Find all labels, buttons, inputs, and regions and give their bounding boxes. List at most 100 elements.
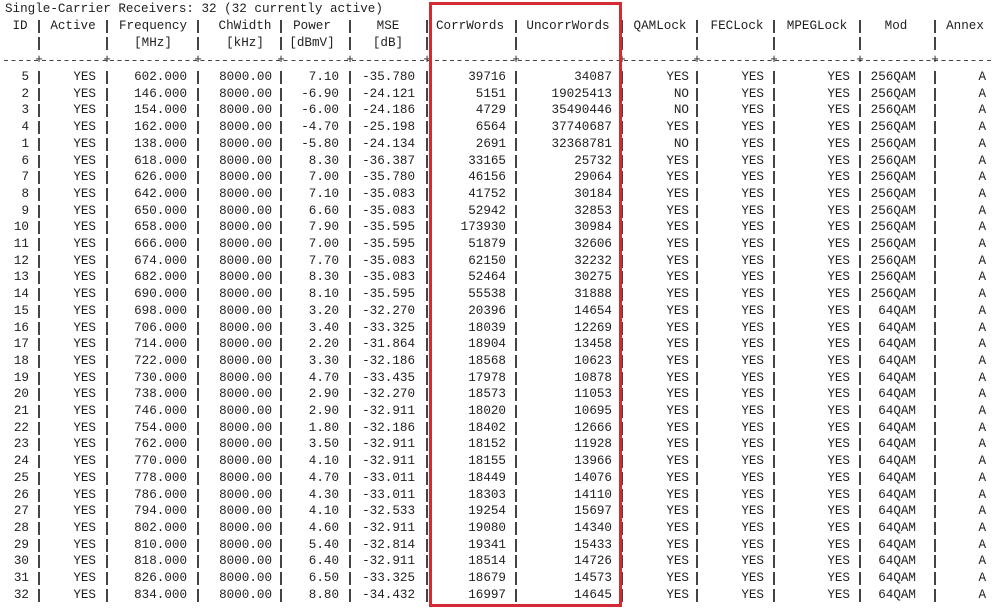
cell-annex: A <box>978 103 986 118</box>
column-separator <box>197 238 199 251</box>
column-separator <box>773 254 775 268</box>
column-separator <box>106 405 108 418</box>
column-separator <box>38 388 40 402</box>
column-separator <box>773 405 775 418</box>
column-separator <box>859 455 861 469</box>
column-separator <box>280 455 282 469</box>
cell-annex: A <box>978 186 986 201</box>
column-separator <box>934 405 936 418</box>
cell-annex: A <box>978 136 986 151</box>
column-separator <box>280 171 282 185</box>
column-separator <box>38 304 40 318</box>
column-separator <box>197 20 199 33</box>
column-separator <box>38 405 40 418</box>
terminal-output: Single-Carrier Receivers: 32 (32 current… <box>0 0 998 612</box>
column-separator <box>859 271 861 285</box>
column-separator <box>773 87 775 101</box>
column-separator <box>773 555 775 569</box>
column-separator <box>38 338 40 352</box>
column-separator <box>426 371 428 385</box>
column-separator <box>696 204 698 218</box>
column-separator <box>696 187 698 201</box>
column-separator <box>426 354 428 368</box>
column-separator <box>197 471 199 485</box>
column-separator <box>349 187 351 201</box>
column-separator <box>934 388 936 402</box>
column-separator <box>696 238 698 251</box>
column-separator <box>859 221 861 235</box>
column-separator <box>349 371 351 385</box>
column-separator <box>197 204 199 218</box>
column-separator <box>773 321 775 335</box>
column-separator <box>696 254 698 268</box>
cell-annex: A <box>978 203 986 218</box>
cell-annex: A <box>978 537 986 552</box>
column-separator <box>106 455 108 469</box>
column-separator <box>280 154 282 168</box>
column-separator <box>934 421 936 435</box>
column-separator <box>696 521 698 535</box>
column-separator <box>106 388 108 402</box>
column-separator <box>197 37 199 50</box>
column-separator <box>773 37 775 50</box>
column-separator <box>280 438 282 452</box>
column-separator <box>426 121 428 135</box>
column-separator <box>106 238 108 251</box>
column-separator <box>280 37 282 50</box>
column-separator <box>426 505 428 519</box>
column-separator <box>280 204 282 218</box>
column-separator <box>38 238 40 251</box>
column-separator <box>280 137 282 151</box>
column-separator <box>859 488 861 502</box>
column-separator <box>280 187 282 201</box>
column-separator <box>773 204 775 218</box>
column-separator <box>280 221 282 235</box>
column-separator <box>38 455 40 469</box>
cell-annex: A <box>978 120 986 135</box>
column-separator <box>773 538 775 552</box>
column-separator <box>934 304 936 318</box>
column-separator <box>859 288 861 302</box>
column-separator <box>934 471 936 485</box>
column-separator <box>426 304 428 318</box>
column-separator <box>349 555 351 569</box>
divider-junction: + <box>931 53 939 67</box>
column-separator <box>280 505 282 519</box>
cell-annex: A <box>978 454 986 469</box>
column-separator <box>696 121 698 135</box>
column-separator <box>106 505 108 519</box>
column-separator <box>349 238 351 251</box>
column-separator <box>859 104 861 118</box>
column-separator <box>696 371 698 385</box>
column-separator <box>426 455 428 469</box>
column-separator <box>280 521 282 535</box>
column-separator <box>934 321 936 335</box>
column-separator <box>280 87 282 101</box>
column-separator <box>773 121 775 135</box>
cell-annex: A <box>978 404 986 418</box>
column-separator <box>349 87 351 101</box>
column-separator <box>280 371 282 385</box>
column-separator <box>38 288 40 302</box>
highlight-box <box>429 2 622 607</box>
column-separator <box>197 388 199 402</box>
column-separator <box>934 354 936 368</box>
column-separator <box>859 505 861 519</box>
column-separator <box>426 238 428 251</box>
cell-annex: A <box>978 520 986 535</box>
column-separator <box>859 171 861 185</box>
column-separator <box>38 572 40 585</box>
column-separator <box>696 171 698 185</box>
column-separator <box>773 354 775 368</box>
column-separator <box>349 488 351 502</box>
column-separator <box>859 154 861 168</box>
column-separator <box>349 104 351 118</box>
column-separator <box>349 572 351 585</box>
column-separator <box>197 488 199 502</box>
column-separator <box>773 221 775 235</box>
column-separator <box>934 71 936 84</box>
column-separator <box>280 321 282 335</box>
column-separator <box>197 104 199 118</box>
column-separator <box>106 488 108 502</box>
cell-annex: A <box>978 487 986 502</box>
